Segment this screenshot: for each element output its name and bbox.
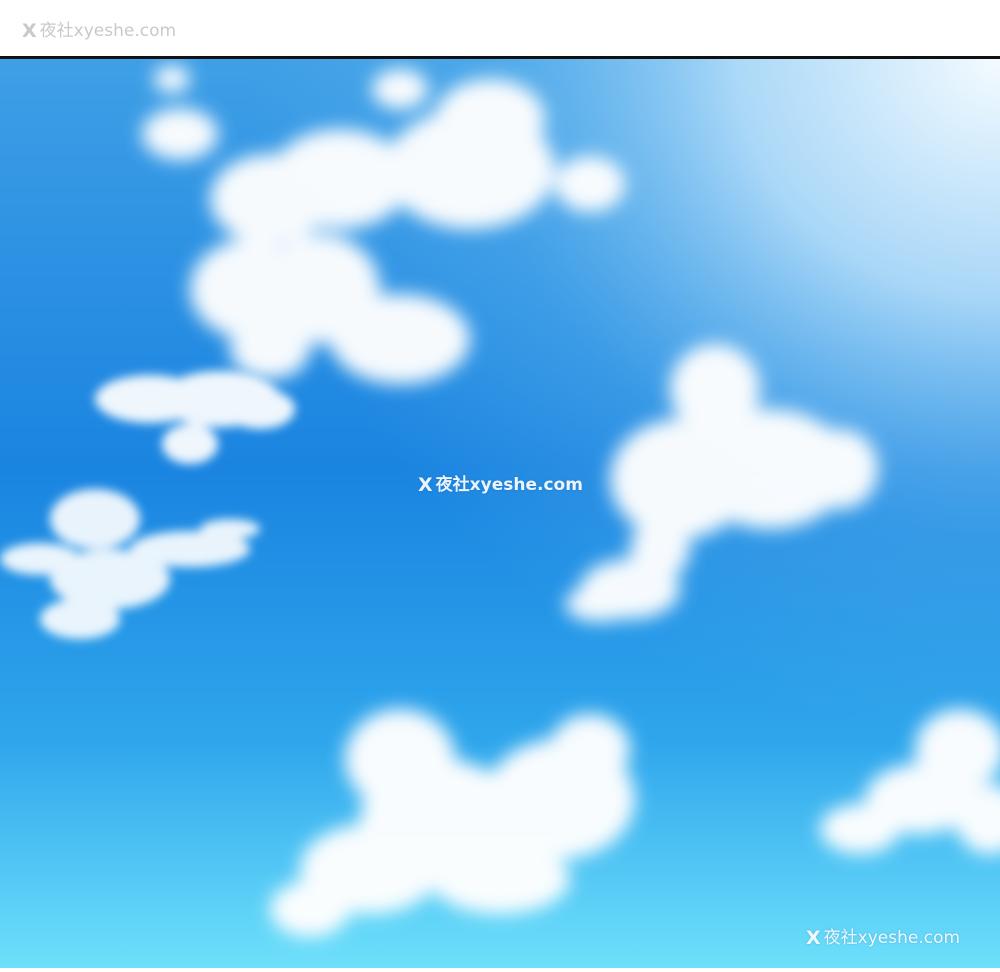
bottom-margin <box>0 968 1000 972</box>
watermark-logo-icon: X <box>806 927 821 949</box>
sky-panel <box>0 56 1000 968</box>
watermark-text: 夜社xyeshe.com <box>39 21 177 41</box>
watermark-top-left: X 夜社xyeshe.com <box>22 22 176 41</box>
watermark-logo-icon: X <box>418 474 433 496</box>
watermark-bottom-right: X 夜社xyeshe.com <box>806 929 960 948</box>
watermark-text: 夜社xyeshe.com <box>823 928 961 948</box>
watermark-center: X 夜社xyeshe.com <box>418 476 583 495</box>
watermark-text: 夜社xyeshe.com <box>435 475 583 495</box>
comic-page: X 夜社xyeshe.com X 夜社xyeshe.com X 夜社xyeshe… <box>0 0 1000 972</box>
sky-illustration <box>0 59 1000 968</box>
watermark-logo-icon: X <box>22 20 37 42</box>
